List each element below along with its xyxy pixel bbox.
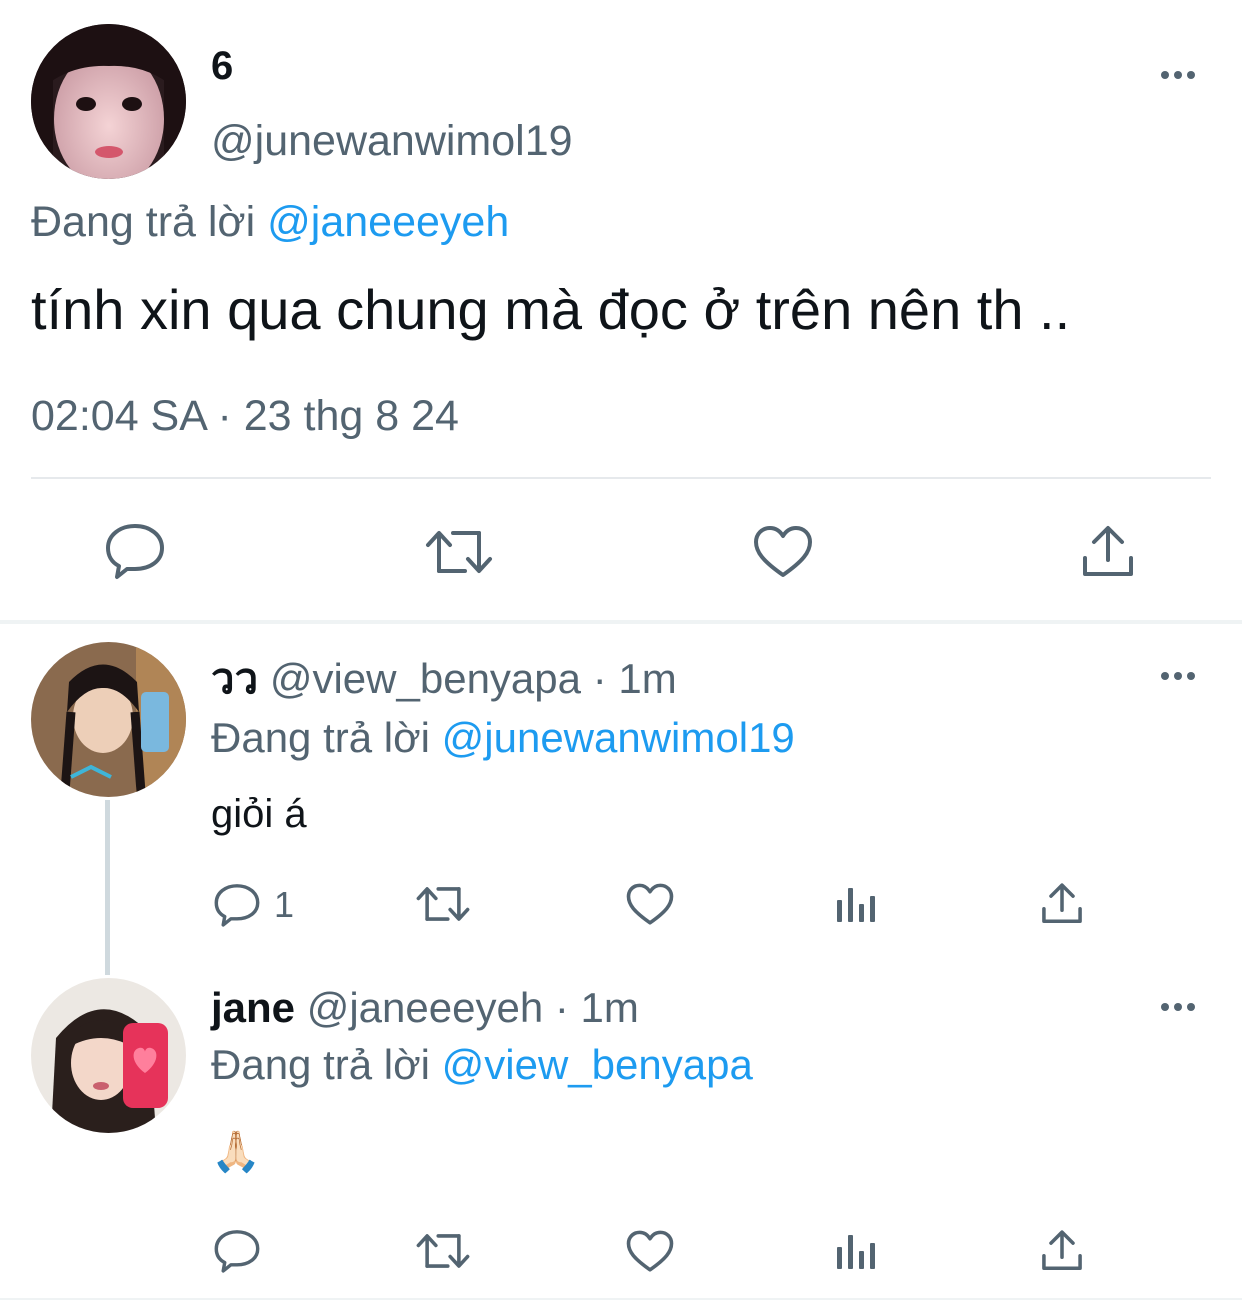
separator: · bbox=[554, 984, 569, 1031]
handle[interactable]: @junewanwimol19 bbox=[211, 115, 573, 167]
reply-context: Đang trả lời @view_benyapa bbox=[211, 1040, 753, 1090]
reply-prefix: Đang trả lời bbox=[211, 1041, 430, 1088]
separator: · bbox=[592, 655, 607, 702]
divider bbox=[31, 477, 1211, 479]
reply-prefix: Đang trả lời bbox=[211, 714, 430, 761]
avatar[interactable] bbox=[31, 978, 186, 1133]
avatar[interactable] bbox=[31, 642, 186, 797]
more-options-icon[interactable] bbox=[1161, 1001, 1201, 1013]
display-name[interactable]: jane bbox=[211, 984, 295, 1031]
time[interactable]: 1m bbox=[581, 984, 639, 1031]
retweet-icon[interactable] bbox=[425, 527, 493, 577]
like-icon[interactable] bbox=[626, 883, 674, 926]
bottom-divider bbox=[0, 1298, 1242, 1300]
share-icon[interactable] bbox=[1080, 524, 1136, 580]
views-icon[interactable] bbox=[835, 884, 877, 924]
handle[interactable]: @janeeeyeh bbox=[307, 984, 543, 1031]
display-name[interactable]: วว bbox=[211, 655, 258, 702]
retweet-icon[interactable] bbox=[416, 884, 470, 924]
reply-prefix: Đang trả lời bbox=[31, 198, 256, 246]
reply-to-link[interactable]: @view_benyapa bbox=[442, 1041, 753, 1088]
reply-context: Đang trả lời @junewanwimol19 bbox=[211, 713, 795, 763]
views-icon[interactable] bbox=[835, 1231, 877, 1271]
retweet-icon[interactable] bbox=[416, 1231, 470, 1271]
more-options-icon[interactable] bbox=[1161, 670, 1201, 682]
like-icon[interactable] bbox=[626, 1230, 674, 1273]
share-icon[interactable] bbox=[1040, 882, 1084, 926]
display-name[interactable]: 6 bbox=[211, 42, 233, 90]
time[interactable]: 1m bbox=[618, 655, 676, 702]
avatar[interactable] bbox=[31, 24, 186, 179]
tweet-header: วว @view_benyapa · 1m bbox=[211, 654, 677, 704]
handle[interactable]: @view_benyapa bbox=[270, 655, 581, 702]
reply-icon[interactable] bbox=[214, 882, 260, 928]
tweet-text: giỏi á bbox=[211, 792, 307, 836]
like-icon[interactable] bbox=[753, 525, 813, 579]
reply-to-link[interactable]: @junewanwimol19 bbox=[442, 714, 795, 761]
timestamp[interactable]: 02:04 SA · 23 thg 8 24 bbox=[31, 390, 459, 442]
tweet-text: tính xin qua chung mà đọc ở trên nên th … bbox=[31, 278, 1071, 341]
reply-to-link[interactable]: @janeeeyeh bbox=[267, 198, 509, 246]
reply-count: 1 bbox=[274, 884, 295, 925]
thread-line bbox=[105, 800, 110, 975]
tweet-text: 🙏🏻 bbox=[211, 1130, 261, 1174]
reply-icon[interactable] bbox=[105, 522, 165, 580]
share-icon[interactable] bbox=[1040, 1229, 1084, 1273]
more-options-icon[interactable] bbox=[1161, 69, 1201, 81]
tweet-header: jane @janeeeyeh · 1m bbox=[211, 983, 639, 1033]
reply-context: Đang trả lời @janeeeyeh bbox=[31, 196, 509, 248]
reply-icon[interactable] bbox=[214, 1228, 260, 1274]
section-divider bbox=[0, 620, 1242, 624]
